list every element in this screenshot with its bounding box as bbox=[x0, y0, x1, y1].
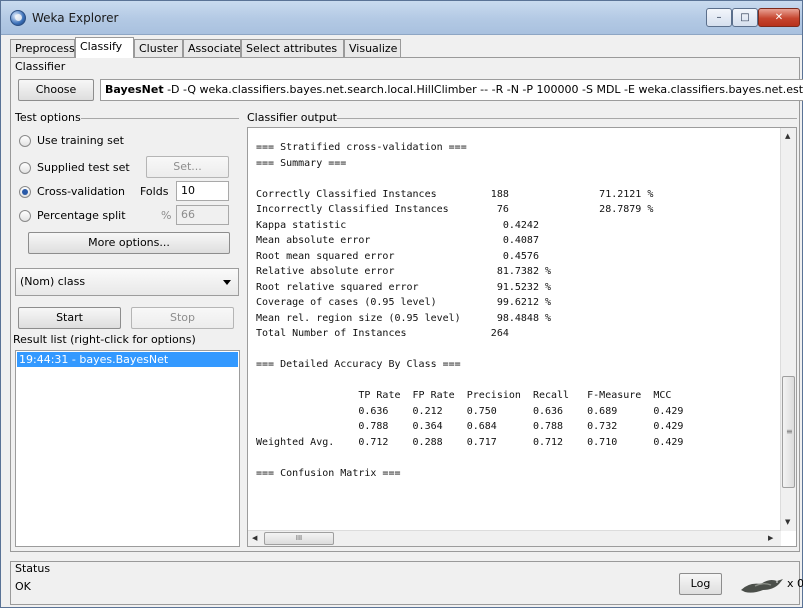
tab-select-attributes[interactable]: Select attributes bbox=[241, 39, 344, 58]
result-list-title: Result list (right-click for options) bbox=[13, 333, 196, 346]
tab-classify[interactable]: Classify bbox=[75, 37, 134, 58]
tab-preprocess[interactable]: Preprocess bbox=[10, 39, 75, 58]
scroll-up-arrow-icon[interactable]: ▲ bbox=[785, 132, 790, 140]
supplied-test-set-label: Supplied test set bbox=[37, 161, 130, 174]
output-horizontal-scrollbar[interactable]: ◀ III ▶ bbox=[248, 530, 781, 546]
folds-label: Folds bbox=[140, 185, 169, 198]
tab-visualize[interactable]: Visualize bbox=[344, 39, 401, 58]
more-options-button[interactable]: More options... bbox=[28, 232, 230, 254]
classifier-output-divider bbox=[337, 118, 797, 119]
class-attribute-selector[interactable]: (Nom) class bbox=[15, 268, 239, 296]
horizontal-scroll-thumb[interactable]: III bbox=[264, 532, 334, 545]
class-attribute-value: (Nom) class bbox=[20, 275, 86, 288]
scroll-grip-icon: ≡ bbox=[786, 427, 793, 436]
log-button[interactable]: Log bbox=[679, 573, 722, 595]
classifier-config-field[interactable]: BayesNet -D -Q weka.classifiers.bayes.ne… bbox=[100, 79, 803, 101]
set-test-set-button[interactable]: Set... bbox=[146, 156, 229, 178]
tab-associate[interactable]: Associate bbox=[183, 39, 241, 58]
cross-validation-radio[interactable] bbox=[19, 186, 31, 198]
supplied-test-set-radio[interactable] bbox=[19, 162, 31, 174]
cross-validation-label: Cross-validation bbox=[37, 185, 125, 198]
stop-button[interactable]: Stop bbox=[131, 307, 234, 329]
classify-panel: Classifier Choose BayesNet -D -Q weka.cl… bbox=[10, 57, 803, 552]
scroll-right-arrow-icon[interactable]: ▶ bbox=[768, 534, 773, 542]
start-button[interactable]: Start bbox=[18, 307, 121, 329]
choose-button[interactable]: Choose bbox=[18, 79, 94, 101]
scroll-down-arrow-icon[interactable]: ▼ bbox=[785, 518, 790, 526]
output-vertical-scrollbar[interactable]: ▲ ≡ ▼ bbox=[780, 128, 796, 531]
scroll-left-arrow-icon[interactable]: ◀ bbox=[252, 534, 257, 542]
log-count: x 0 bbox=[787, 577, 803, 590]
use-training-set-radio[interactable] bbox=[19, 135, 31, 147]
result-list-item[interactable]: 19:44:31 - bayes.BayesNet bbox=[17, 352, 238, 367]
vertical-scroll-thumb[interactable]: ≡ bbox=[782, 376, 795, 488]
classifier-output-panel[interactable]: === Stratified cross-validation === === … bbox=[247, 127, 797, 547]
percentage-split-input[interactable]: 66 bbox=[176, 205, 229, 225]
percentage-split-radio[interactable] bbox=[19, 210, 31, 222]
classifier-output-title: Classifier output bbox=[247, 111, 337, 124]
folds-input[interactable]: 10 bbox=[176, 181, 229, 201]
title-bar: Weka Explorer – □ ✕ bbox=[1, 1, 802, 35]
dropdown-arrow-icon bbox=[223, 280, 231, 285]
test-options-divider bbox=[81, 118, 239, 119]
close-button[interactable]: ✕ bbox=[758, 8, 800, 27]
status-bar: Status OK Log x 0 bbox=[10, 561, 803, 605]
classifier-output-text[interactable]: === Stratified cross-validation === === … bbox=[256, 140, 683, 481]
weka-explorer-window: Weka Explorer – □ ✕ Preprocess Classify … bbox=[0, 0, 803, 608]
classifier-name: BayesNet bbox=[105, 83, 164, 96]
test-options-title: Test options bbox=[15, 111, 81, 124]
classifier-group-title: Classifier bbox=[15, 60, 66, 73]
maximize-button[interactable]: □ bbox=[732, 8, 758, 27]
tab-cluster[interactable]: Cluster bbox=[134, 39, 183, 58]
percent-label: % bbox=[161, 209, 172, 222]
status-title: Status bbox=[15, 562, 51, 575]
weka-bird-icon[interactable] bbox=[739, 576, 787, 596]
window-title: Weka Explorer bbox=[32, 11, 119, 25]
use-training-set-label: Use training set bbox=[37, 134, 124, 147]
percentage-split-label: Percentage split bbox=[37, 209, 126, 222]
weka-app-icon bbox=[10, 10, 26, 26]
minimize-button[interactable]: – bbox=[706, 8, 732, 27]
classifier-options: -D -Q weka.classifiers.bayes.net.search.… bbox=[167, 83, 803, 96]
status-text: OK bbox=[15, 580, 31, 593]
result-list[interactable]: 19:44:31 - bayes.BayesNet bbox=[15, 350, 240, 547]
